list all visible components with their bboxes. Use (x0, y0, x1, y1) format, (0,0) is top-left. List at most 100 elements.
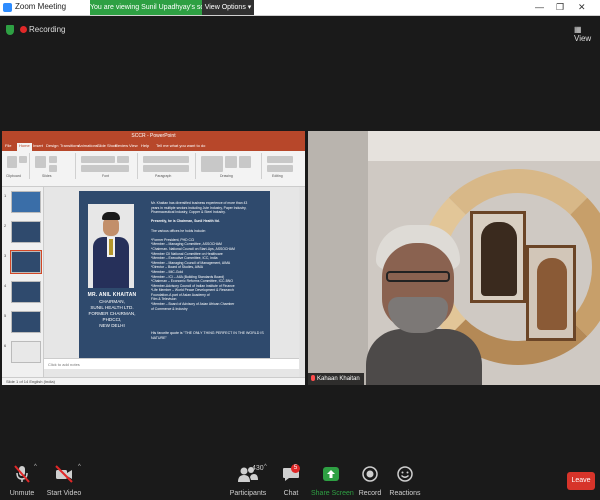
ribbon-group-drawing: Drawing (198, 153, 262, 179)
zoom-app-icon (3, 3, 12, 12)
layout-icon (49, 156, 57, 163)
video-options-chevron-icon[interactable]: ^ (78, 464, 81, 470)
close-icon[interactable]: ✕ (578, 2, 586, 13)
arrange-icon (225, 156, 237, 168)
leave-button[interactable]: Leave (567, 472, 595, 490)
slide-speaker-name: MR. ANIL KHAITAN (87, 292, 137, 298)
ppt-tab-review: Review (115, 143, 129, 148)
record-button[interactable]: Record (356, 465, 384, 497)
notes-pane: Click to add notes (44, 358, 299, 369)
list-buttons (143, 156, 189, 163)
share-screen-label: Share Screen (311, 490, 354, 497)
slide-thumbnail (11, 221, 41, 243)
thumb-number: 2 (4, 223, 7, 228)
ribbon-group-slides: Slides (32, 153, 76, 179)
window-titlebar: Zoom Meeting You are viewing Sunil Upadh… (0, 0, 600, 16)
quick-styles-icon (239, 156, 251, 168)
ppt-tab-insert: Insert (33, 143, 44, 148)
slide-canvas: MR. ANIL KHAITAN CHAIRMAN, SUNIL HEALTH … (44, 187, 299, 377)
participants-button[interactable]: 430 Participants (228, 465, 268, 497)
unmute-button[interactable]: Unmute (8, 465, 36, 497)
ppt-tab-help: Help (141, 143, 150, 148)
thumb-number: 4 (4, 283, 7, 288)
slide-thumbnail (11, 191, 41, 213)
slide-thumbnail (11, 281, 41, 303)
ppt-tab-slideshow: Slide Show (97, 143, 118, 148)
slide-bio-line: of Commerce & Industry (151, 306, 188, 311)
cut-icon (19, 156, 27, 163)
thumb-number: 6 (4, 343, 7, 348)
mic-muted-icon (14, 465, 30, 483)
info-line: FORMER CHAIRMAN, PHDCCI, (88, 311, 136, 322)
speaker-portrait (88, 204, 134, 288)
recording-label: Recording (29, 25, 66, 34)
ribbon-group-clipboard: Clipboard (4, 153, 30, 179)
info-line: NEW DELHI (99, 323, 125, 328)
maximize-icon[interactable]: ❐ (556, 2, 564, 13)
record-label: Record (358, 490, 382, 497)
participant-count: 430 (252, 465, 264, 472)
thumb-number: 3 (4, 253, 7, 258)
ppt-tab-view: View (129, 143, 138, 148)
thumb-number: 5 (4, 313, 7, 318)
ribbon-group-editing: Editing (264, 153, 302, 179)
ppt-ribbon: Clipboard Slides Font Paragraph Drawing (2, 151, 305, 187)
slide-bio-text: Mr. Khaitan has diversified business exp… (151, 201, 264, 311)
ppt-ribbon-tabs: File Home Insert Design Transitions Anim… (2, 142, 305, 151)
chat-label: Chat (283, 490, 299, 497)
participant-name-badge: Kahaan Khaitan (308, 373, 364, 385)
reactions-button[interactable]: Reactions (389, 465, 421, 497)
slide-thumbnail-selected (10, 250, 42, 274)
ribbon-label-clipboard: Clipboard (6, 174, 21, 178)
recording-icon (20, 26, 27, 33)
view-options-label: View Options (204, 4, 246, 11)
font-name-box (81, 156, 115, 163)
unmute-label: Unmute (9, 490, 35, 497)
new-slide-icon (35, 156, 46, 168)
share-screen-button[interactable]: Share Screen (311, 465, 354, 497)
view-label: View (574, 34, 592, 43)
start-video-button[interactable]: Start Video (46, 465, 82, 497)
participant-video[interactable]: Kahaan Khaitan (308, 131, 600, 385)
slide-scrollbar (299, 187, 305, 377)
slide-thumbnail (11, 341, 41, 363)
ppt-tell-me: Tell me what you want to do (156, 143, 206, 148)
current-slide: MR. ANIL KHAITAN CHAIRMAN, SUNIL HEALTH … (79, 191, 270, 358)
meeting-toolbar: Unmute ^ Start Video ^ 430 Participants … (0, 460, 600, 500)
ppt-tab-design: Design (46, 143, 59, 148)
participant-person (366, 225, 482, 385)
ppt-tab-file: File (5, 143, 12, 148)
ribbon-group-font: Font (78, 153, 138, 179)
font-style-buttons (81, 165, 129, 172)
security-shield-icon[interactable] (6, 25, 14, 35)
view-options-button[interactable]: View Options ▾ (202, 0, 254, 15)
participant-name: Kahaan Khaitan (317, 376, 360, 382)
ppt-tab-transitions: Transitions (60, 143, 80, 148)
ribbon-label-drawing: Drawing (220, 174, 233, 178)
ppt-status-bar: Slide 1 of 14 English (India) (2, 377, 305, 385)
shapes-gallery (201, 156, 223, 172)
audio-options-chevron-icon[interactable]: ^ (34, 464, 37, 470)
meeting-topbar: Recording ▦ View (0, 16, 600, 44)
share-screen-icon (323, 467, 339, 481)
ribbon-label-font: Font (102, 174, 110, 178)
framed-painting (526, 245, 576, 341)
reset-icon (49, 165, 57, 172)
minimize-icon[interactable]: — (535, 2, 544, 12)
view-button[interactable]: ▦ View (574, 25, 600, 43)
slide-quote: His favorite quote is "THE ONLY THING PE… (151, 331, 264, 340)
mic-muted-icon (311, 375, 315, 381)
screen-share-banner: You are viewing Sunil Upadhyay's screen … (90, 0, 254, 15)
participants-label: Participants (229, 490, 267, 497)
start-video-label: Start Video (46, 490, 82, 497)
ppt-tab-home: Home (17, 143, 32, 151)
ribbon-label-paragraph: Paragraph (155, 174, 172, 178)
participants-chevron-icon[interactable]: ^ (264, 464, 267, 470)
ribbon-group-paragraph: Paragraph (140, 153, 196, 179)
ppt-tab-animations: Animations (78, 143, 98, 148)
slide-speaker-info: CHAIRMAN, SUNIL HEALTH LTD. FORMER CHAIR… (79, 299, 145, 329)
chat-unread-badge: 5 (291, 464, 300, 473)
video-off-icon (55, 465, 73, 483)
chat-button[interactable]: 5 Chat (278, 464, 304, 497)
align-buttons (143, 165, 189, 172)
